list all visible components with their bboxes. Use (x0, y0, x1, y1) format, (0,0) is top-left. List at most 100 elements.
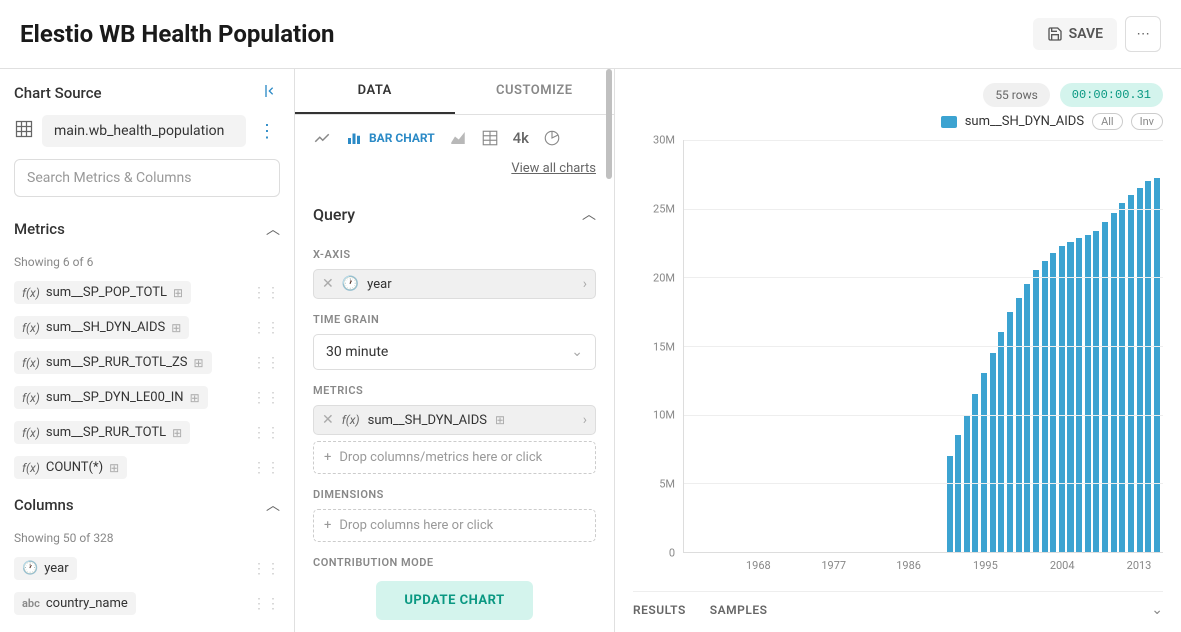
bar[interactable] (1033, 270, 1039, 552)
line-chart-type[interactable] (313, 129, 331, 147)
search-input[interactable] (14, 159, 280, 197)
contribution-label: CONTRIBUTION MODE (313, 556, 596, 569)
area-chart-type[interactable] (449, 129, 467, 147)
collapse-sidebar-icon[interactable] (264, 83, 280, 103)
big-number-type[interactable]: 4k (513, 129, 529, 147)
timegrain-label: TIME GRAIN (313, 313, 596, 326)
metric-item[interactable]: f(x)sum__SP_POP_TOTL⊞⋮⋮ (0, 275, 294, 310)
clock-icon: 🕐 (342, 276, 359, 292)
bar[interactable] (1137, 188, 1143, 552)
bar[interactable] (1154, 178, 1160, 552)
bar[interactable] (1024, 284, 1030, 552)
bar[interactable] (1145, 181, 1151, 552)
bar[interactable] (998, 332, 1004, 552)
bar[interactable] (947, 456, 953, 552)
bar[interactable] (1119, 203, 1125, 552)
chevron-right-icon[interactable]: › (583, 276, 587, 292)
close-icon[interactable]: ✕ (322, 276, 334, 292)
bar[interactable] (1059, 246, 1065, 552)
clock-icon: 🕐 (22, 561, 38, 576)
chart-source-label: Chart Source (14, 84, 102, 102)
chevron-down-icon: ⌄ (571, 344, 583, 360)
bar[interactable] (1085, 235, 1091, 552)
samples-tab[interactable]: SAMPLES (710, 603, 768, 617)
bar[interactable] (1076, 238, 1082, 552)
chevron-right-icon[interactable]: › (583, 412, 587, 428)
table-chart-type[interactable] (481, 129, 499, 147)
metric-item[interactable]: f(x)sum__SP_RUR_TOTL_ZS⊞⋮⋮ (0, 345, 294, 380)
column-item[interactable]: abccountry_name⋮⋮ (0, 586, 294, 621)
bar-chart-type[interactable]: BAR CHART (345, 129, 435, 147)
dots-icon: ⋯ (1136, 27, 1149, 42)
bar[interactable] (972, 394, 978, 552)
drag-handle-icon[interactable]: ⋮⋮ (252, 460, 280, 476)
y-tick: 0 (669, 547, 675, 560)
drag-handle-icon[interactable]: ⋮⋮ (252, 320, 280, 336)
view-all-charts-link[interactable]: View all charts (295, 155, 614, 186)
bar[interactable] (1102, 222, 1108, 552)
bar[interactable] (1128, 195, 1134, 552)
legend-all-toggle[interactable]: All (1092, 113, 1123, 130)
bar[interactable] (1093, 231, 1099, 552)
bar[interactable] (955, 435, 961, 552)
pie-chart-type[interactable] (543, 129, 561, 147)
query-section-header[interactable]: Query ︿ (313, 194, 596, 234)
columns-showing: Showing 50 of 328 (0, 525, 294, 551)
save-button[interactable]: SAVE (1033, 18, 1117, 50)
dimensions-drop-zone[interactable]: + Drop columns here or click (313, 509, 596, 542)
chevron-down-icon[interactable]: ⌄ (1151, 602, 1163, 618)
y-tick: 25M (653, 202, 675, 215)
timegrain-select[interactable]: 30 minute ⌄ (313, 334, 596, 370)
bar[interactable] (981, 373, 987, 552)
plus-icon: + (324, 450, 331, 465)
source-menu-button[interactable]: ⋮ (254, 121, 280, 142)
metrics-section-header[interactable]: Metrics ︿ (0, 209, 294, 249)
xaxis-field[interactable]: ✕ 🕐 year › (313, 269, 596, 299)
bar[interactable] (1067, 242, 1073, 552)
scroll-indicator[interactable] (606, 69, 612, 179)
results-tab[interactable]: RESULTS (633, 603, 686, 617)
x-tick: 1977 (821, 559, 846, 572)
close-icon[interactable]: ✕ (322, 412, 334, 428)
bar[interactable] (1111, 213, 1117, 552)
metrics-field[interactable]: ✕ f(x) sum__SH_DYN_AIDS ⊞ › (313, 405, 596, 435)
y-tick: 15M (653, 340, 675, 353)
update-chart-button[interactable]: UPDATE CHART (376, 581, 532, 620)
drag-handle-icon[interactable]: ⋮⋮ (252, 425, 280, 441)
drag-handle-icon[interactable]: ⋮⋮ (252, 285, 280, 301)
y-tick: 30M (653, 134, 675, 147)
bar[interactable] (1042, 261, 1048, 552)
metrics-drop-zone[interactable]: + Drop columns/metrics here or click (313, 441, 596, 474)
plus-icon: + (324, 518, 331, 533)
drag-handle-icon[interactable]: ⋮⋮ (252, 596, 280, 612)
bar[interactable] (990, 353, 996, 552)
rows-badge: 55 rows (983, 83, 1049, 107)
tab-data[interactable]: DATA (295, 69, 455, 114)
drag-handle-icon[interactable]: ⋮⋮ (252, 390, 280, 406)
metric-item[interactable]: f(x)sum__SP_DYN_LE00_IN⊞⋮⋮ (0, 380, 294, 415)
xaxis-label: X-AXIS (313, 248, 596, 261)
bar[interactable] (1016, 298, 1022, 552)
tab-customize[interactable]: CUSTOMIZE (455, 69, 615, 114)
drag-handle-icon[interactable]: ⋮⋮ (252, 355, 280, 371)
more-button[interactable]: ⋯ (1125, 16, 1161, 52)
save-button-label: SAVE (1069, 26, 1103, 42)
sidebar: Chart Source main.wb_health_population ⋮… (0, 69, 295, 632)
bar[interactable] (1007, 312, 1013, 552)
bar[interactable] (1050, 253, 1056, 552)
chevron-up-icon: ︿ (266, 219, 280, 239)
source-name[interactable]: main.wb_health_population (42, 115, 246, 147)
metric-item[interactable]: f(x)COUNT(*)⊞⋮⋮ (0, 450, 294, 485)
metric-item[interactable]: f(x)sum__SP_RUR_TOTL⊞⋮⋮ (0, 415, 294, 450)
y-tick: 10M (653, 409, 675, 422)
metrics-field-label: METRICS (313, 384, 596, 397)
legend-inv-toggle[interactable]: Inv (1131, 113, 1163, 130)
save-icon (1047, 26, 1063, 42)
column-item[interactable]: 🕐year⋮⋮ (0, 551, 294, 586)
columns-section-header[interactable]: Columns ︿ (0, 485, 294, 525)
drag-handle-icon[interactable]: ⋮⋮ (252, 561, 280, 577)
x-tick: 2013 (1127, 559, 1152, 572)
metric-item[interactable]: f(x)sum__SH_DYN_AIDS⊞⋮⋮ (0, 310, 294, 345)
chevron-up-icon: ︿ (266, 495, 280, 515)
x-tick: 2004 (1050, 559, 1075, 572)
